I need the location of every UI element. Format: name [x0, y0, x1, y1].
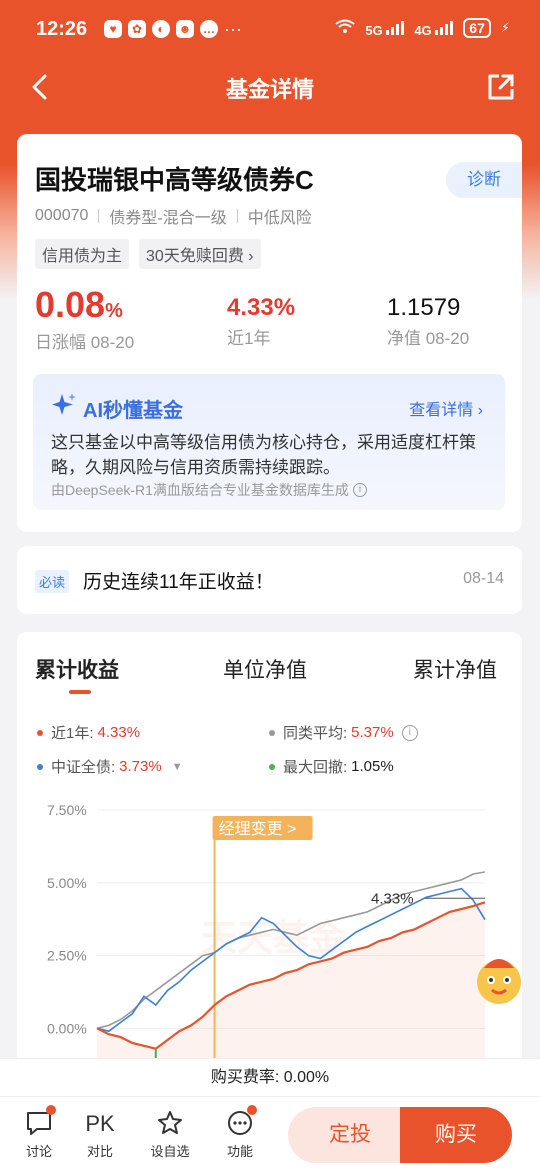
- daily-change-value: 0.08: [35, 284, 106, 325]
- year-return-stat: 4.33% 近1年: [227, 294, 295, 349]
- browser-app-icon: ◐: [152, 20, 170, 38]
- fund-code: 000070: [35, 207, 89, 224]
- compare-button[interactable]: PK 对比: [75, 1109, 125, 1160]
- status-bar: 12:26 ♥ ✿ ◐ ☻ … ··· 5G 4G 67 ⚡: [0, 0, 540, 60]
- tab-cumulative-return[interactable]: 累计收益: [35, 654, 119, 684]
- year-return-label: 近1年: [227, 329, 271, 348]
- diagnose-button[interactable]: 诊断: [446, 162, 522, 198]
- news-card[interactable]: 必读 历史连续11年正收益！ 08-14: [17, 546, 522, 614]
- performance-chart-card: 累计收益 单位净值 累计净值 近1年: 4.33% 同类平均: 5.37% i 中证…: [17, 632, 522, 1072]
- return-line-chart[interactable]: 天天基金7.50%5.00%2.50%0.00%经理变更 >-0.70%4.33…: [17, 792, 522, 1072]
- tag-redemption-fee[interactable]: 30天免赎回费 ›: [139, 239, 261, 269]
- discuss-button[interactable]: 讨论: [14, 1105, 64, 1160]
- bottom-action-bar: 讨论 PK 对比 设自选 功能 定投 购买: [0, 1096, 540, 1170]
- y-tick-label: 7.50%: [47, 802, 87, 818]
- fund-summary-card: 国投瑞银中高等级债券C 诊断 000070 债券型-混合一级 中低风险 信用债为…: [17, 134, 522, 532]
- dropdown-caret-icon[interactable]: ▼: [172, 761, 183, 773]
- tag-credit-bond: 信用债为主: [35, 239, 130, 269]
- legend-index[interactable]: 中证全债: 3.73% ▼: [37, 756, 183, 777]
- legend-dot: [37, 729, 43, 736]
- y-tick-label: 0.00%: [47, 1020, 87, 1036]
- page-title: 基金详情: [225, 77, 314, 102]
- buy-button[interactable]: 购买: [400, 1107, 512, 1163]
- status-time: 12:26: [36, 18, 88, 40]
- share-icon[interactable]: [486, 72, 516, 102]
- ai-summary-text: 这只基金以中高等级信用债为核心持仓，采用适度杠杆策略，久期风险与信用资质需持续跟…: [51, 433, 476, 477]
- mascot-assistant-icon[interactable]: [470, 950, 528, 1008]
- fund-type: 债券型-混合一级: [109, 210, 227, 227]
- daily-change-stat: 0.08% 日涨幅 08-20: [35, 284, 134, 353]
- y-tick-label: 2.50%: [47, 948, 87, 964]
- chat-bubble-icon: …: [200, 20, 218, 38]
- legend-dot: [37, 763, 43, 770]
- chart-tabs: 累计收益 单位净值 累计净值: [17, 654, 522, 694]
- nav-label: 净值 08-20: [387, 329, 470, 348]
- charging-icon: ⚡: [500, 20, 510, 35]
- fund-tags: 信用债为主 30天免赎回费 ›: [35, 239, 261, 269]
- notification-dot: [46, 1105, 56, 1115]
- nav-stat: 1.1579 净值 08-20: [387, 294, 469, 349]
- legend-dot: [269, 729, 275, 736]
- shield-app-icon: ♥: [104, 20, 122, 38]
- ai-title: AI秒懂基金: [83, 399, 183, 422]
- notification-dot: [247, 1105, 257, 1115]
- functions-button[interactable]: 功能: [215, 1105, 265, 1160]
- legend-dot: [269, 763, 275, 770]
- paw-app-icon: ✿: [128, 20, 146, 38]
- y-tick-label: 5.00%: [47, 875, 87, 891]
- news-headline: 历史连续11年正收益！: [83, 572, 274, 593]
- add-watchlist-button[interactable]: 设自选: [145, 1109, 195, 1160]
- nav-bar: 基金详情: [0, 62, 540, 112]
- end-annotation-label: 4.33%: [371, 890, 414, 907]
- sip-button[interactable]: 定投: [288, 1107, 412, 1163]
- tab-unit-nav[interactable]: 单位净值: [223, 654, 307, 684]
- nav-value: 1.1579: [387, 294, 461, 321]
- year-return-value: 4.33%: [227, 294, 296, 321]
- purchase-fee-bar: 购买费率: 0.00%: [0, 1058, 540, 1096]
- signal-4g-icon: 4G: [414, 19, 454, 38]
- legend-peer: 同类平均: 5.37% i: [269, 722, 418, 743]
- info-icon[interactable]: i: [401, 724, 418, 741]
- ai-summary-box[interactable]: AI秒懂基金 查看详情 › 这只基金以中高等级信用债为核心持仓，采用适度杠杆策略…: [33, 374, 505, 510]
- more-dots-icon: ···: [224, 19, 242, 39]
- divider: [98, 209, 100, 223]
- game-app-icon: ☻: [176, 20, 194, 38]
- fund-meta: 000070 债券型-混合一级 中低风险: [35, 204, 312, 228]
- daily-change-unit: %: [105, 300, 123, 322]
- pk-icon: PK: [85, 1111, 115, 1136]
- fund-risk: 中低风险: [247, 210, 312, 227]
- divider: [236, 209, 238, 223]
- signal-5g-icon: 5G: [365, 19, 405, 38]
- tab-cumulative-nav[interactable]: 累计净值: [413, 654, 497, 684]
- ai-details-link[interactable]: 查看详情 ›: [409, 396, 483, 420]
- ai-footer-text: 由DeepSeek-R1满血版结合专业基金数据库生成: [51, 482, 349, 498]
- sparkle-icon: [51, 392, 77, 424]
- active-tab-underline: [69, 690, 91, 694]
- manager-change-label: 经理变更 >: [219, 820, 297, 838]
- wifi-icon: [335, 19, 355, 38]
- news-date: 08-14: [463, 570, 504, 587]
- fund-name: 国投瑞银中高等级债券C: [35, 165, 314, 195]
- star-plus-icon: [156, 1109, 184, 1140]
- battery-indicator: 67: [463, 18, 491, 38]
- legend-year: 近1年: 4.33%: [37, 722, 140, 743]
- legend-drawdown: 最大回撤: 1.05%: [269, 756, 394, 777]
- info-icon[interactable]: i: [352, 483, 367, 497]
- must-read-badge: 必读: [35, 570, 70, 593]
- daily-change-label: 日涨幅 08-20: [35, 333, 135, 352]
